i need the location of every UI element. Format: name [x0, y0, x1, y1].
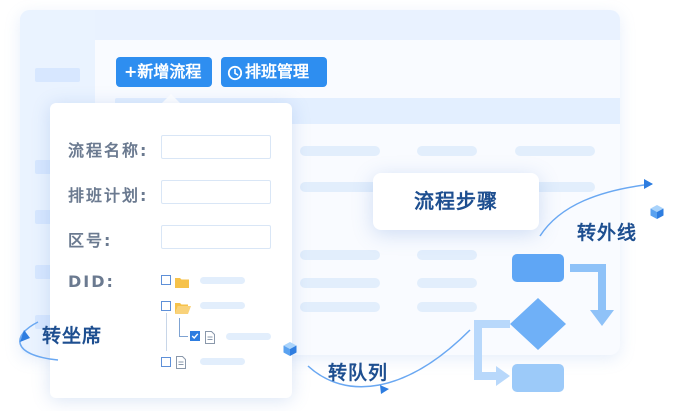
- to-external-label: 转外线: [577, 222, 638, 244]
- to-agent-label: 转坐席: [42, 325, 103, 347]
- flow-diagram-graphic: [474, 254, 614, 392]
- cube-icon: [650, 205, 664, 219]
- to-queue-label: 转队列: [328, 362, 389, 384]
- cube-icon: [283, 342, 297, 356]
